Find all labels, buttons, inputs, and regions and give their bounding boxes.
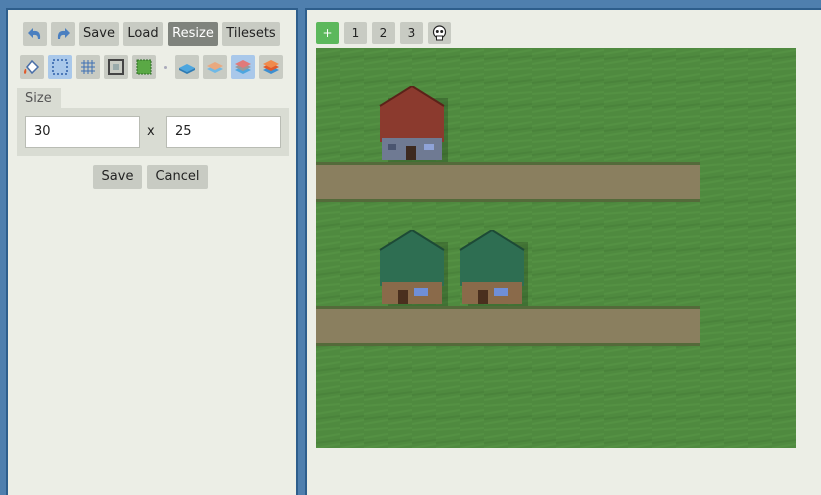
size-tab: Size bbox=[17, 88, 61, 110]
layer-3-tab[interactable]: 3 bbox=[400, 22, 423, 44]
layer-view-1-button[interactable] bbox=[175, 55, 199, 79]
resize-cancel-button[interactable]: Cancel bbox=[147, 165, 208, 189]
grid-icon bbox=[81, 60, 95, 74]
separator-dot bbox=[164, 66, 167, 69]
light-blue-layer-icon bbox=[207, 62, 223, 73]
house-green-roof-1 bbox=[379, 230, 448, 306]
frame-icon bbox=[108, 59, 124, 75]
save-button[interactable]: Save bbox=[79, 22, 119, 46]
height-input[interactable]: 25 bbox=[166, 116, 281, 148]
blue-layer-icon bbox=[179, 64, 195, 74]
orange-layer-icon bbox=[263, 60, 279, 74]
size-form: 30 x 25 bbox=[17, 108, 289, 156]
layer-view-3-button[interactable] bbox=[231, 55, 255, 79]
layer-1-tab[interactable]: 1 bbox=[344, 22, 367, 44]
select-tool-button[interactable] bbox=[48, 55, 72, 79]
tilesets-button[interactable]: Tilesets bbox=[222, 22, 280, 46]
house-red-roof bbox=[379, 86, 448, 162]
editor-sidebar: Save Load Resize Tilesets Size 30 x 25 S… bbox=[6, 8, 298, 495]
add-layer-button[interactable]: + bbox=[316, 22, 339, 44]
event-layer-tab[interactable] bbox=[428, 22, 451, 44]
layer-2-tab[interactable]: 2 bbox=[372, 22, 395, 44]
area-tool-button[interactable] bbox=[132, 55, 156, 79]
layer-view-all-button[interactable] bbox=[259, 55, 283, 79]
map-area: + 1 2 3 bbox=[305, 8, 821, 495]
selection-icon bbox=[52, 59, 68, 75]
fill-bucket-icon bbox=[24, 59, 40, 75]
redo-icon bbox=[57, 28, 70, 39]
resize-button[interactable]: Resize bbox=[168, 22, 218, 46]
redo-button[interactable] bbox=[51, 22, 75, 46]
size-separator: x bbox=[147, 124, 155, 139]
undo-icon bbox=[28, 28, 41, 39]
frame-tool-button[interactable] bbox=[104, 55, 128, 79]
fill-tool-button[interactable] bbox=[20, 55, 44, 79]
load-button[interactable]: Load bbox=[123, 22, 163, 46]
road-upper bbox=[316, 162, 700, 202]
skull-icon bbox=[432, 25, 447, 41]
undo-button[interactable] bbox=[23, 22, 47, 46]
red-layer-icon bbox=[235, 60, 251, 74]
width-input[interactable]: 30 bbox=[25, 116, 140, 148]
grid-toggle-button[interactable] bbox=[76, 55, 100, 79]
map-canvas[interactable] bbox=[316, 48, 796, 448]
house-green-roof-2 bbox=[459, 230, 528, 306]
green-selection-icon bbox=[136, 59, 152, 75]
layer-view-2-button[interactable] bbox=[203, 55, 227, 79]
resize-save-button[interactable]: Save bbox=[93, 165, 142, 189]
road-lower bbox=[316, 306, 700, 346]
